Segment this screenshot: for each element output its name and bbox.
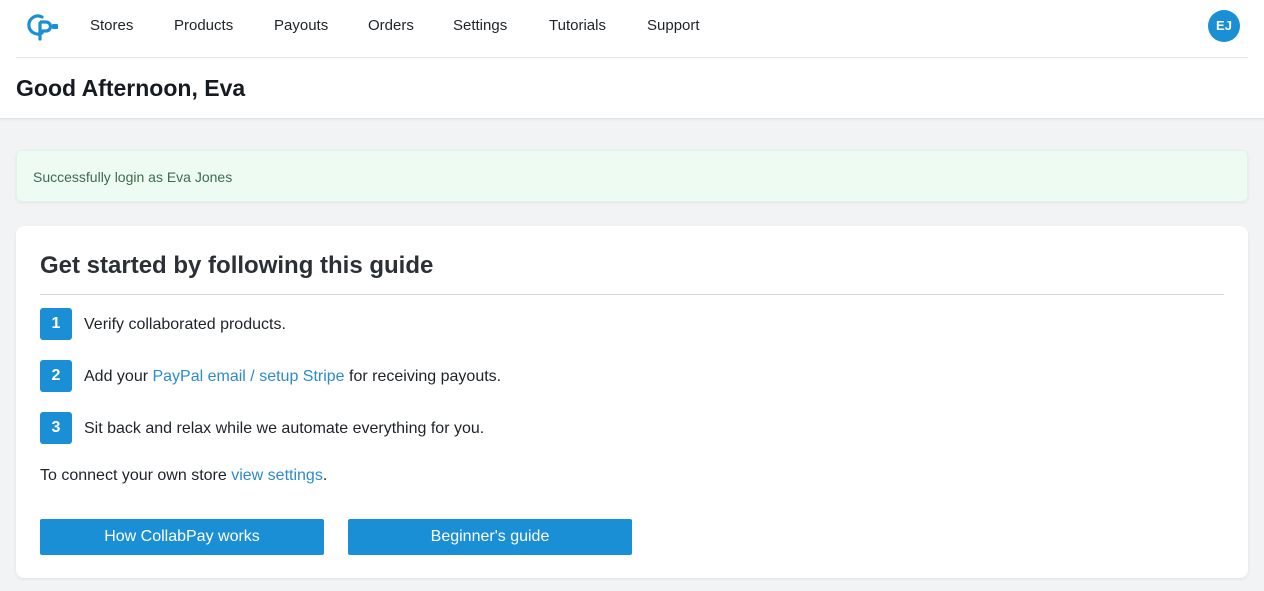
user-avatar[interactable]: EJ: [1208, 10, 1240, 42]
step-text: Verify collaborated products.: [84, 316, 286, 333]
connect-store-text: To connect your own store view settings.: [40, 466, 327, 486]
nav-support[interactable]: Support: [647, 17, 700, 35]
paypal-stripe-link[interactable]: PayPal email / setup Stripe: [152, 368, 344, 385]
beginners-guide-button[interactable]: Beginner's guide: [348, 519, 632, 555]
how-collabpay-works-button[interactable]: How CollabPay works: [40, 519, 324, 555]
divider: [40, 294, 1224, 295]
nav-settings[interactable]: Settings: [453, 17, 507, 35]
nav-stores[interactable]: Stores: [90, 17, 133, 35]
page-title: Good Afternoon, Eva: [16, 75, 246, 101]
guide-step: 3 Sit back and relax while we automate e…: [40, 412, 1140, 444]
top-header: Stores Products Payouts Orders Settings …: [0, 0, 1264, 119]
success-alert: Successfully login as Eva Jones: [16, 150, 1248, 202]
connect-prefix: To connect your own store: [40, 467, 232, 484]
step-text: Add your PayPal email / setup Stripe for…: [84, 367, 501, 387]
step-number-badge: 3: [40, 412, 72, 444]
step-text-suffix: for receiving payouts.: [344, 368, 502, 385]
main-navigation: Stores Products Payouts Orders Settings …: [16, 0, 1248, 58]
nav-payouts[interactable]: Payouts: [274, 17, 328, 35]
step-text-prefix: Add your: [84, 368, 153, 385]
nav-products[interactable]: Products: [174, 17, 233, 35]
step-number-badge: 1: [40, 308, 72, 340]
connect-suffix: .: [322, 467, 328, 484]
view-settings-link[interactable]: view settings: [231, 467, 323, 484]
step-number-badge: 2: [40, 360, 72, 392]
guide-title: Get started by following this guide: [40, 252, 434, 279]
guide-step: 2 Add your PayPal email / setup Stripe f…: [40, 360, 1140, 392]
guide-step: 1 Verify collaborated products.: [40, 308, 1140, 340]
nav-orders[interactable]: Orders: [368, 17, 414, 35]
nav-tutorials[interactable]: Tutorials: [549, 17, 606, 35]
step-text: Sit back and relax while we automate eve…: [84, 420, 485, 437]
alert-message: Successfully login as Eva Jones: [33, 169, 233, 185]
getting-started-card: Get started by following this guide 1 Ve…: [16, 226, 1248, 578]
collabpay-logo-icon[interactable]: [26, 11, 60, 41]
